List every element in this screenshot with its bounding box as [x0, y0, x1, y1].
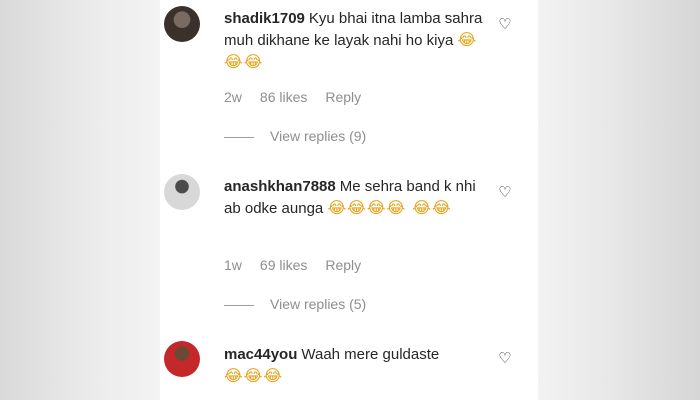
username[interactable]: mac44you — [224, 346, 297, 363]
likes-count[interactable]: 69 likes — [260, 257, 307, 273]
reply-button[interactable]: Reply — [325, 257, 361, 273]
comment-meta: 1w 69 likes Reply — [224, 257, 379, 273]
replies-divider — [224, 136, 254, 138]
view-replies-label[interactable]: View replies (9) — [270, 128, 366, 144]
emoji-laugh-icon: 😂😂😂 — [224, 366, 284, 385]
view-replies-button[interactable]: View replies (9) — [224, 128, 366, 144]
background-right — [538, 0, 700, 400]
comment-text: mac44you Waah mere guldaste 😂😂😂 — [224, 344, 486, 387]
username[interactable]: anashkhan7888 — [224, 178, 336, 195]
comment-age: 1w — [224, 257, 242, 273]
replies-divider — [224, 304, 254, 306]
comment-text: anashkhan7888 Me sehra band k nhi ab odke… — [224, 176, 486, 219]
background-left — [0, 0, 160, 400]
comments-panel: ... shadik1709 Kyu bhai itna lamba sahra … — [160, 0, 538, 400]
heart-icon[interactable]: ♡ — [498, 185, 512, 200]
comment-age: 2w — [224, 89, 242, 105]
likes-count[interactable]: 86 likes — [260, 89, 307, 105]
reply-button[interactable]: Reply — [325, 89, 361, 105]
comment-body: Waah mere guldaste — [301, 346, 440, 363]
comment-meta: 2w 86 likes Reply — [224, 89, 379, 105]
heart-icon[interactable]: ♡ — [498, 351, 512, 366]
avatar[interactable] — [164, 6, 200, 42]
comment-text: shadik1709 Kyu bhai itna lamba sahra muh … — [224, 8, 486, 73]
view-replies-button[interactable]: View replies (5) — [224, 296, 366, 312]
avatar[interactable] — [164, 341, 200, 377]
avatar[interactable] — [164, 174, 200, 210]
username[interactable]: shadik1709 — [224, 10, 305, 27]
emoji-laugh-icon: 😂😂😂😂 😂😂 — [327, 198, 452, 217]
view-replies-label[interactable]: View replies (5) — [270, 296, 366, 312]
heart-icon[interactable]: ♡ — [498, 17, 512, 32]
